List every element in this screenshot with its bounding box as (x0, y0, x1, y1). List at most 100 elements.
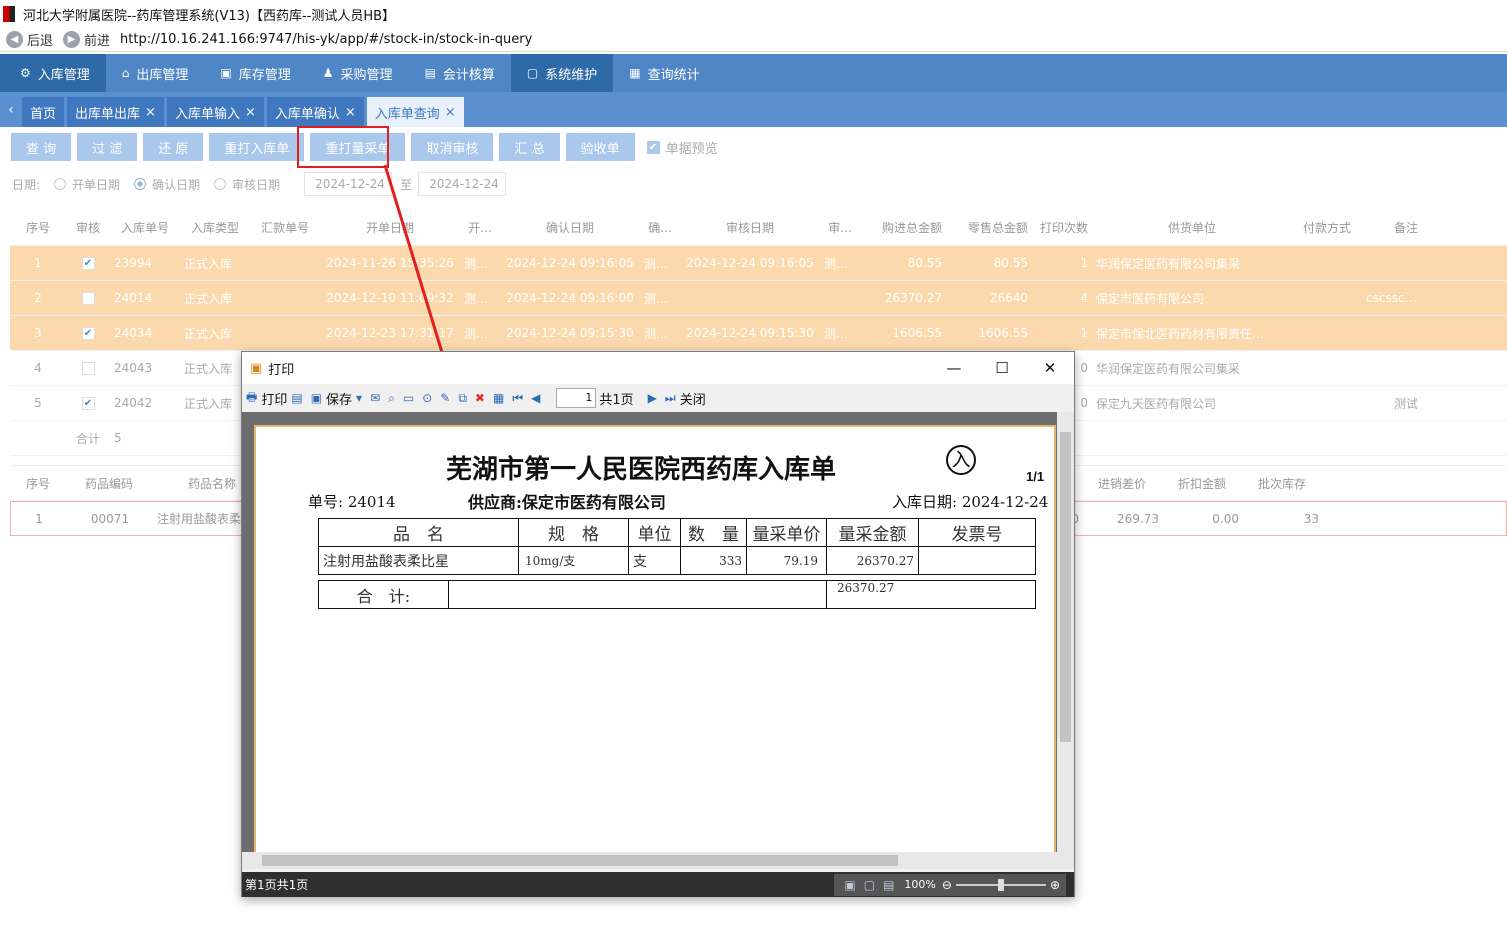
audit-checkbox[interactable]: ✔ (66, 326, 110, 340)
find-icon[interactable]: ⌕ (388, 391, 395, 406)
column-header[interactable]: 汇款单号 (250, 219, 320, 236)
scroll-thumb[interactable] (1060, 432, 1071, 742)
nav-stock-out[interactable]: ⌂ 出库管理 (106, 54, 205, 92)
url-field[interactable]: http://10.16.241.166:9747/his-yk/app/#/s… (120, 32, 532, 47)
first-page-icon[interactable]: ⏮ (512, 391, 523, 406)
column-header[interactable]: 审核日期 (680, 219, 820, 236)
radio-confirm-date[interactable] (134, 178, 147, 190)
nav-stock-in[interactable]: ⚙ 入库管理 (0, 54, 106, 92)
column-header[interactable]: 打印次数 (1032, 219, 1092, 236)
zoom-out-icon[interactable]: ⊖ (942, 878, 952, 892)
zoom-slider[interactable] (955, 878, 1046, 891)
audit-checkbox[interactable] (66, 291, 110, 305)
filter-button[interactable]: 过 滤 (77, 133, 138, 161)
nav-query[interactable]: ▦ 查询统计 (613, 54, 715, 92)
column-header[interactable]: 批次库存 (1242, 475, 1322, 492)
minimize-icon[interactable]: — (930, 359, 978, 377)
page-setup-icon[interactable]: ▭ (403, 391, 414, 405)
nav-accounting[interactable]: ▤ 会计核算 (409, 54, 511, 92)
save-icon[interactable]: ▣ (311, 391, 322, 405)
print-button[interactable]: 打印 (261, 389, 287, 408)
maximize-icon[interactable]: ☐ (978, 359, 1026, 377)
close-icon[interactable]: × (345, 105, 356, 120)
audit-checkbox[interactable]: ✔ (66, 256, 110, 270)
table-row[interactable]: 3 ✔ 24034 正式入库 2024-12-23 17:31:17 测... 2024-1… (10, 316, 1507, 351)
tab-stock-out[interactable]: 出库单出库 × (67, 97, 164, 127)
acceptance-button[interactable]: 验收单 (565, 133, 635, 161)
audit-checkbox[interactable] (66, 361, 110, 375)
single-page-icon[interactable]: ▢ (864, 878, 875, 892)
audit-checkbox[interactable]: ✔ (66, 396, 110, 410)
column-header[interactable]: 确认日期 (500, 219, 640, 236)
open-icon[interactable]: ▤ (291, 391, 302, 405)
page-number-input[interactable]: 1 (556, 388, 597, 408)
page-view-icon[interactable]: ▣ (844, 878, 855, 892)
preview-checkbox[interactable]: ✔ (646, 140, 660, 154)
tab-label: 入库单确认 (274, 106, 340, 122)
dropdown-icon[interactable]: ▾ (356, 391, 362, 405)
prev-page-icon[interactable]: ◀ (531, 391, 540, 405)
forward-button[interactable]: ▶ 前进 (63, 30, 110, 49)
save-button[interactable]: 保存 (326, 389, 352, 408)
nav-inventory[interactable]: ▣ 库存管理 (204, 54, 306, 92)
close-icon[interactable]: ✕ (1026, 359, 1074, 377)
query-button[interactable]: 查 询 (11, 133, 72, 161)
fit-icon[interactable]: ▦ (493, 391, 504, 405)
copy-icon[interactable]: ⧉ (458, 391, 467, 406)
scroll-thumb[interactable] (262, 855, 898, 866)
radio-open-date[interactable] (54, 178, 67, 190)
back-button[interactable]: ◀ 后退 (6, 30, 53, 49)
column-header[interactable]: 审核 (66, 219, 110, 236)
print-icon[interactable]: 🖶 (246, 388, 257, 409)
column-header[interactable]: 备注 (1362, 219, 1422, 236)
checkbox-icon[interactable] (81, 362, 95, 375)
radio-audit-date[interactable] (214, 178, 227, 190)
column-header[interactable]: 序号 (10, 219, 66, 236)
nav-system[interactable]: ▢ 系统维护 (510, 54, 614, 92)
tab-stock-in-confirm[interactable]: 入库单确认 × (266, 97, 364, 127)
checkbox-icon[interactable]: ✔ (81, 257, 95, 270)
multi-page-icon[interactable]: ▤ (883, 878, 894, 892)
column-header[interactable]: 零售总金额 (946, 219, 1032, 236)
cancel-audit-button[interactable]: 取消审核 (411, 133, 494, 161)
column-header[interactable]: 序号 (10, 475, 66, 492)
edit-icon[interactable]: ✎ (440, 391, 450, 405)
column-header[interactable]: 入库单号 (110, 219, 180, 236)
vertical-scrollbar[interactable] (1057, 412, 1074, 852)
column-header[interactable]: 付款方式 (1292, 219, 1362, 236)
restore-button[interactable]: 还 原 (143, 133, 204, 161)
checkbox-icon[interactable]: ✔ (81, 397, 95, 410)
close-button[interactable]: 关闭 (680, 389, 706, 408)
tab-scroll-left-icon[interactable]: ‹ (0, 92, 22, 127)
zoom-icon[interactable]: ⊙ (422, 391, 432, 405)
next-page-icon[interactable]: ▶ (648, 391, 657, 405)
nav-purchase[interactable]: ♟ 采购管理 (307, 54, 409, 92)
checkbox-icon[interactable]: ✔ (81, 327, 95, 340)
column-header[interactable]: 供货单位 (1092, 219, 1292, 236)
reprint-stock-in-button[interactable]: 重打入库单 (209, 133, 305, 161)
tab-stock-in-input[interactable]: 入库单输入 × (166, 97, 264, 127)
column-header[interactable]: 入库类型 (180, 219, 250, 236)
close-icon[interactable]: × (445, 105, 456, 120)
column-header[interactable]: 折扣金额 (1162, 475, 1242, 492)
column-header[interactable]: 购进总金额 (860, 219, 946, 236)
column-header[interactable]: 确... (640, 219, 680, 236)
horizontal-scrollbar[interactable] (242, 852, 1074, 869)
column-header[interactable]: 药品编码 (66, 475, 152, 492)
column-header[interactable]: 审... (820, 219, 860, 236)
last-page-icon[interactable]: ⏭ (665, 391, 676, 406)
date-from-input[interactable]: 2024-12-24 (304, 172, 393, 196)
zoom-slider-thumb[interactable] (997, 878, 1004, 891)
column-header[interactable]: 进销差价 (1082, 475, 1162, 492)
close-icon[interactable]: × (245, 105, 256, 120)
mail-icon[interactable]: ✉ (370, 391, 380, 405)
summary-button[interactable]: 汇 总 (499, 133, 560, 161)
tab-stock-in-query[interactable]: 入库单查询 × (366, 97, 464, 127)
zoom-in-icon[interactable]: ⊕ (1050, 878, 1060, 892)
checkbox-icon[interactable] (81, 292, 95, 305)
table-row[interactable]: 1 ✔ 23994 正式入库 2024-11-26 15:35:26 测... 2024-1… (10, 246, 1507, 281)
tab-home[interactable]: 首页 (22, 97, 65, 127)
table-row[interactable]: 2 24014 正式入库 2024-12-10 11:09:32 测... 2024-12… (10, 281, 1507, 316)
close-icon[interactable]: × (145, 105, 156, 120)
delete-icon[interactable]: ✖ (475, 391, 485, 405)
